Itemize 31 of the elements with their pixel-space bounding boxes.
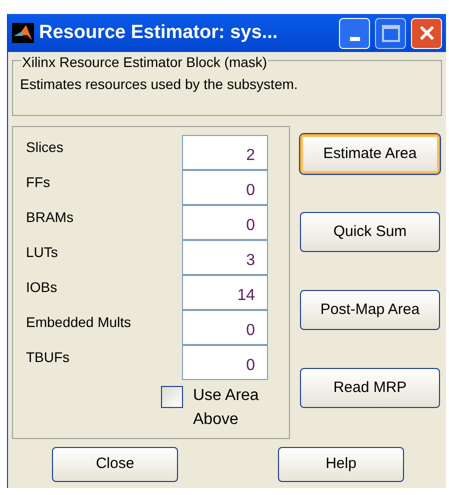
dialog-button[interactable]: Read MRP (300, 368, 440, 408)
resource-field[interactable]: 3 (182, 240, 268, 275)
resource-label: FFs (26, 173, 52, 192)
use-area-checkbox[interactable] (161, 386, 183, 408)
close-icon (418, 25, 434, 41)
resource-label: LUTs (26, 243, 59, 262)
resource-field[interactable]: 14 (182, 275, 268, 310)
description-text: Estimates resources used by the subsystem. (20, 76, 298, 92)
maximize-icon (382, 24, 400, 42)
maximize-button[interactable] (375, 18, 406, 48)
resource-field[interactable]: 0 (182, 345, 268, 380)
window-title: Resource Estimator: sys... (39, 20, 279, 45)
resource-field[interactable]: 0 (182, 310, 268, 345)
dialog-button[interactable]: Quick Sum (300, 212, 440, 252)
resource-label: TBUFs (26, 348, 71, 367)
dialog-button[interactable]: Close (52, 447, 178, 482)
app-icon (12, 23, 34, 43)
resource-label: BRAMs (26, 208, 74, 227)
close-window-button[interactable] (411, 18, 442, 48)
dialog-button[interactable]: Help (278, 447, 404, 482)
dialog-button[interactable]: Estimate Area (300, 134, 440, 174)
resource-field[interactable]: 0 (182, 205, 268, 240)
checkbox-label: Use Area Above (193, 386, 260, 430)
minimize-button[interactable] (339, 18, 370, 48)
resource-field[interactable]: 2 (182, 135, 268, 170)
resource-label: IOBs (26, 278, 58, 297)
resource-field[interactable]: 0 (182, 170, 268, 205)
dialog-button[interactable]: Post-Map Area (300, 290, 440, 330)
resource-label: Slices (26, 138, 64, 157)
resource-label: Embedded Mults (26, 313, 132, 332)
minimize-icon (350, 36, 360, 40)
